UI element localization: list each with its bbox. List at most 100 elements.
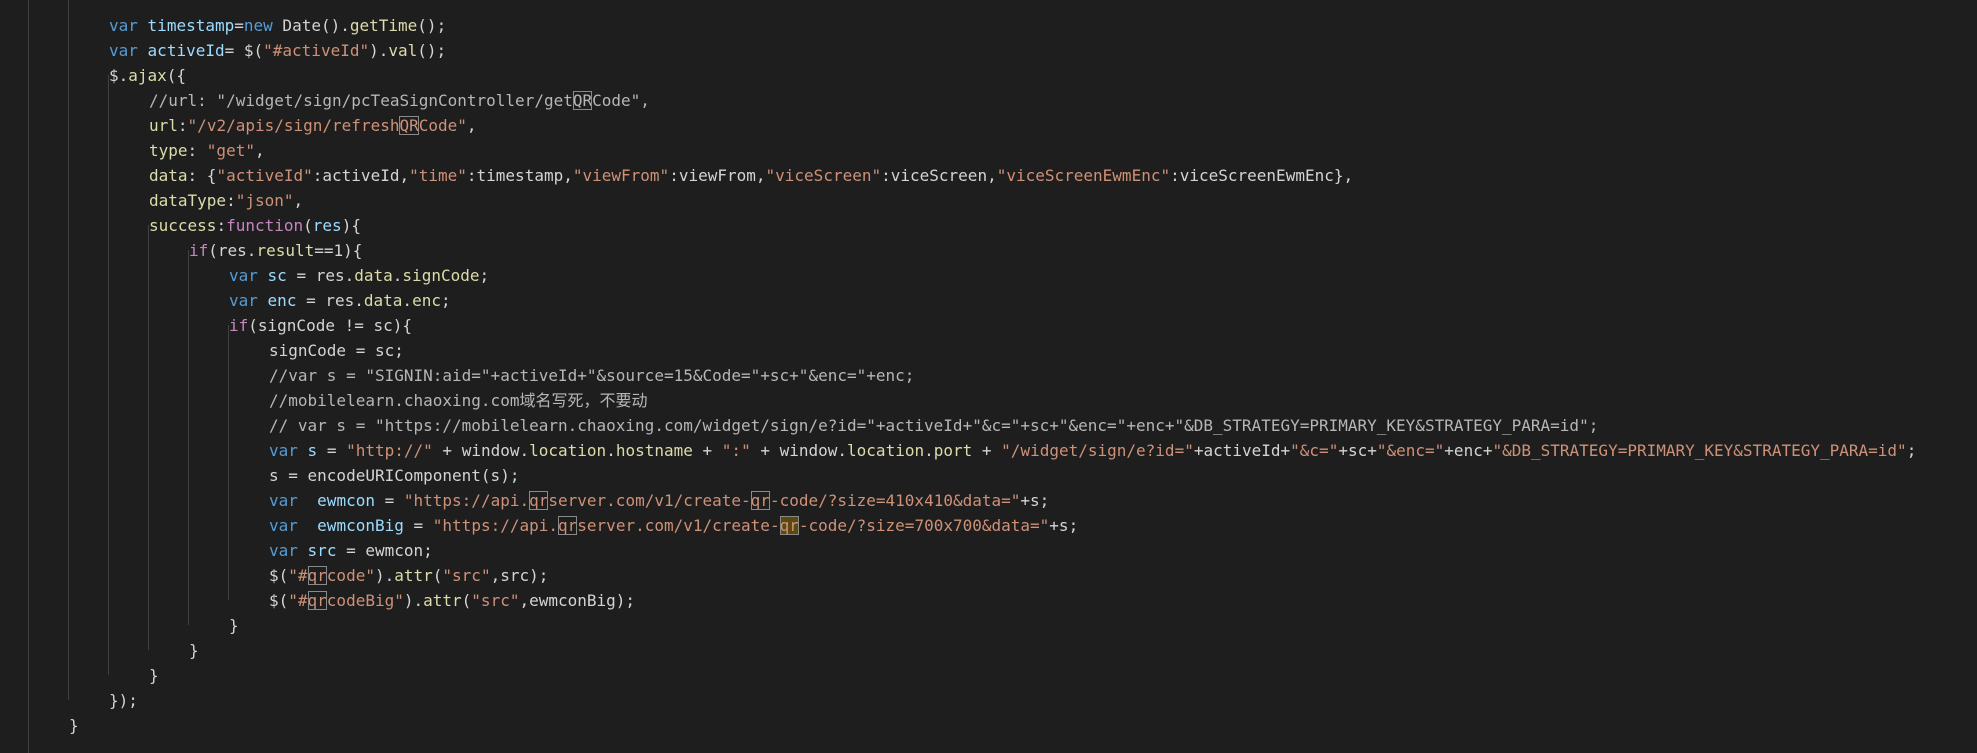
code-line: var ewmconBig = "https://api.qrserver.co… — [269, 513, 1078, 538]
indent-guide — [68, 0, 69, 700]
code-token: //mobilelearn.chaoxing.com域名写死，不要动 — [269, 391, 648, 410]
code-token: codeBig" — [326, 591, 404, 610]
code-token: : — [216, 216, 227, 235]
code-token: ,ewmconBig); — [519, 591, 636, 610]
code-token: "&DB_STRATEGY=PRIMARY_KEY&STRATEGY_PARA=… — [1492, 441, 1907, 460]
code-token: , — [466, 116, 477, 135]
code-token: data — [149, 166, 188, 185]
code-token: : { — [187, 166, 217, 185]
code-token: if — [229, 316, 249, 335]
code-token: res — [312, 216, 342, 235]
indent-guide — [228, 325, 229, 600]
code-token: qr — [779, 516, 799, 535]
code-line: data: {"activeId":activeId,"time":timest… — [149, 163, 1353, 188]
code-token: s = encodeURIComponent(s); — [269, 466, 520, 485]
code-line: var sc = res.data.signCode; — [229, 263, 489, 288]
code-token: ). — [403, 591, 424, 610]
code-token: ":" — [721, 441, 751, 460]
code-line: var s = "http://" + window.location.host… — [269, 438, 1916, 463]
code-token: // var s = "https://mobilelearn.chaoxing… — [269, 416, 1599, 435]
code-token: = res. — [296, 291, 364, 310]
code-editor[interactable]: var timestamp=new Date().getTime(); var a… — [0, 0, 1977, 753]
code-line: //mobilelearn.chaoxing.com域名写死，不要动 — [269, 388, 647, 413]
code-token: location — [847, 441, 925, 460]
code-token: ewmconBig — [317, 516, 404, 535]
code-token: ){ — [341, 216, 361, 235]
code-token: sc — [267, 266, 287, 285]
code-line: if(signCode != sc){ — [229, 313, 412, 338]
code-token: port — [933, 441, 973, 460]
code-line: s = encodeURIComponent(s); — [269, 463, 519, 488]
code-token: timestamp — [147, 16, 235, 35]
code-line: var src = ewmcon; — [269, 538, 433, 563]
code-token: qr — [529, 491, 549, 510]
code-line: var timestamp=new Date().getTime(); — [109, 13, 446, 38]
code-token: "/v2/apis/sign/refresh — [187, 116, 400, 135]
code-token: (); — [417, 41, 447, 60]
code-token: :activeId, — [312, 166, 410, 185]
code-token: ). — [374, 566, 395, 585]
code-token: QR — [399, 116, 419, 135]
code-token: ; — [479, 266, 490, 285]
code-token: var — [109, 16, 138, 35]
code-line: signCode = sc; — [269, 338, 404, 363]
code-token: $. — [109, 66, 129, 85]
code-line: } — [69, 713, 79, 738]
code-token: "/widget/sign/e?id=" — [1001, 441, 1194, 460]
code-token: + — [692, 441, 722, 460]
code-token: :viewFrom, — [669, 166, 766, 185]
code-token: ( — [303, 216, 313, 235]
code-token: +enc+ — [1444, 441, 1493, 460]
code-token: qr — [750, 491, 770, 510]
code-token: dataType — [149, 191, 227, 210]
code-token: -code/?size=700x700&data=" — [798, 516, 1050, 535]
code-token: = ewmcon; — [336, 541, 433, 560]
code-token: ; — [440, 291, 451, 310]
code-token: "# — [288, 591, 308, 610]
indent-guide — [108, 75, 109, 675]
code-token: getTime — [349, 16, 418, 35]
code-token: ). — [369, 41, 389, 60]
code-token: = — [234, 16, 244, 35]
code-token: code" — [326, 566, 375, 585]
code-token: signCode = sc; — [269, 341, 404, 360]
code-token: :viceScreenEwmEnc}, — [1170, 166, 1354, 185]
code-token: "viceScreenEwmEnc" — [996, 166, 1171, 185]
code-token: Code", — [592, 91, 650, 110]
code-line: dataType:"json", — [149, 188, 303, 213]
code-token: "viceScreen" — [765, 166, 882, 185]
code-token: = — [403, 516, 433, 535]
code-token: if — [189, 241, 209, 260]
code-token: "get" — [206, 141, 255, 160]
code-token: var — [229, 291, 258, 310]
code-token: Date(). — [272, 16, 350, 35]
indent-guide — [188, 250, 189, 625]
code-line: }); — [109, 688, 138, 713]
indent-guide — [28, 0, 29, 753]
code-token: data — [354, 266, 393, 285]
code-line: var ewmcon = "https://api.qrserver.com/v… — [269, 488, 1049, 513]
code-token: "&enc=" — [1376, 441, 1445, 460]
code-token: var — [109, 41, 138, 60]
code-token: . — [924, 441, 934, 460]
code-token: Code" — [418, 116, 467, 135]
code-token: , — [293, 191, 304, 210]
code-line: $("#qrcodeBig").attr("src",ewmconBig); — [269, 588, 635, 613]
code-token: = — [374, 491, 404, 510]
code-line: $.ajax({ — [109, 63, 186, 88]
code-line: } — [149, 663, 159, 688]
code-token: s — [307, 441, 318, 460]
code-token: QR — [572, 91, 593, 110]
code-token: ( — [461, 591, 472, 610]
code-token: enc — [267, 291, 297, 310]
code-token: "#activeId" — [263, 41, 370, 60]
code-token: : — [187, 141, 207, 160]
code-token: + — [972, 441, 1002, 460]
